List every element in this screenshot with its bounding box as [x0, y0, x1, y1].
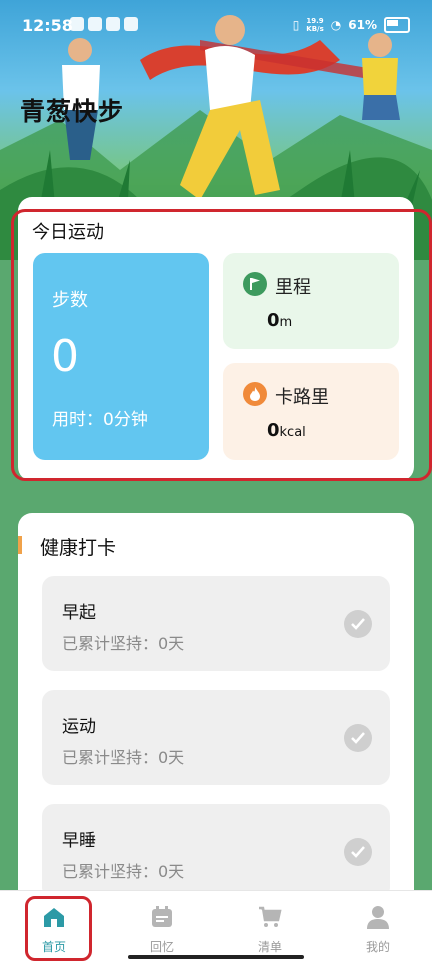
nav-item-list[interactable]: 清单: [216, 891, 324, 965]
habit-item-early-sleep[interactable]: 早睡 已累计坚持：0天: [42, 804, 390, 899]
check-icon[interactable]: [344, 724, 372, 752]
nav-label: 回忆: [149, 940, 174, 954]
habit-name: 早起: [62, 603, 96, 623]
calendar-icon: [150, 905, 174, 929]
status-time: 12:58: [22, 16, 73, 35]
habit-streak: 已累计坚持：0天: [62, 634, 185, 653]
habit-streak: 已累计坚持：0天: [62, 862, 185, 881]
status-right: ▯ 19.9 KB/s ◔ 61%: [293, 17, 410, 33]
nav-item-profile[interactable]: 我的: [324, 891, 432, 965]
tiktok-icon: [70, 17, 84, 31]
nav-highlight-box: [25, 896, 92, 961]
habit-streak: 已累计坚持：0天: [62, 748, 185, 767]
nav-label: 清单: [257, 940, 282, 954]
nav-item-memories[interactable]: 回忆: [108, 891, 216, 965]
nav-label: 我的: [365, 940, 390, 954]
habit-item-exercise[interactable]: 运动 已累计坚持：0天: [42, 690, 390, 785]
habit-name: 运动: [62, 717, 96, 737]
app-notification-icon: [88, 17, 102, 31]
user-icon: [366, 905, 390, 929]
wifi-icon: ◔: [330, 18, 342, 32]
health-title: 健康打卡: [40, 537, 117, 559]
check-icon[interactable]: [344, 838, 372, 866]
battery-text: 61%: [348, 18, 377, 32]
app-title: 青葱快步: [20, 97, 125, 126]
habit-name: 早睡: [62, 831, 96, 851]
battery-icon: [384, 17, 410, 33]
app-notification-icon: [106, 17, 120, 31]
cart-icon: [258, 905, 282, 929]
today-highlight-box: [11, 209, 432, 481]
vibrate-icon: ▯: [292, 18, 300, 32]
status-bar: 12:58 ▯ 19.9 KB/s ◔ 61%: [0, 0, 432, 52]
net-speed: 19.9 KB/s: [306, 17, 324, 33]
home-indicator[interactable]: [128, 955, 304, 959]
section-accent-bar: [18, 536, 22, 554]
habit-item-early-rise[interactable]: 早起 已累计坚持：0天: [42, 576, 390, 671]
check-icon[interactable]: [344, 610, 372, 638]
notification-icons: [70, 17, 138, 31]
app-notification-icon: [124, 17, 138, 31]
